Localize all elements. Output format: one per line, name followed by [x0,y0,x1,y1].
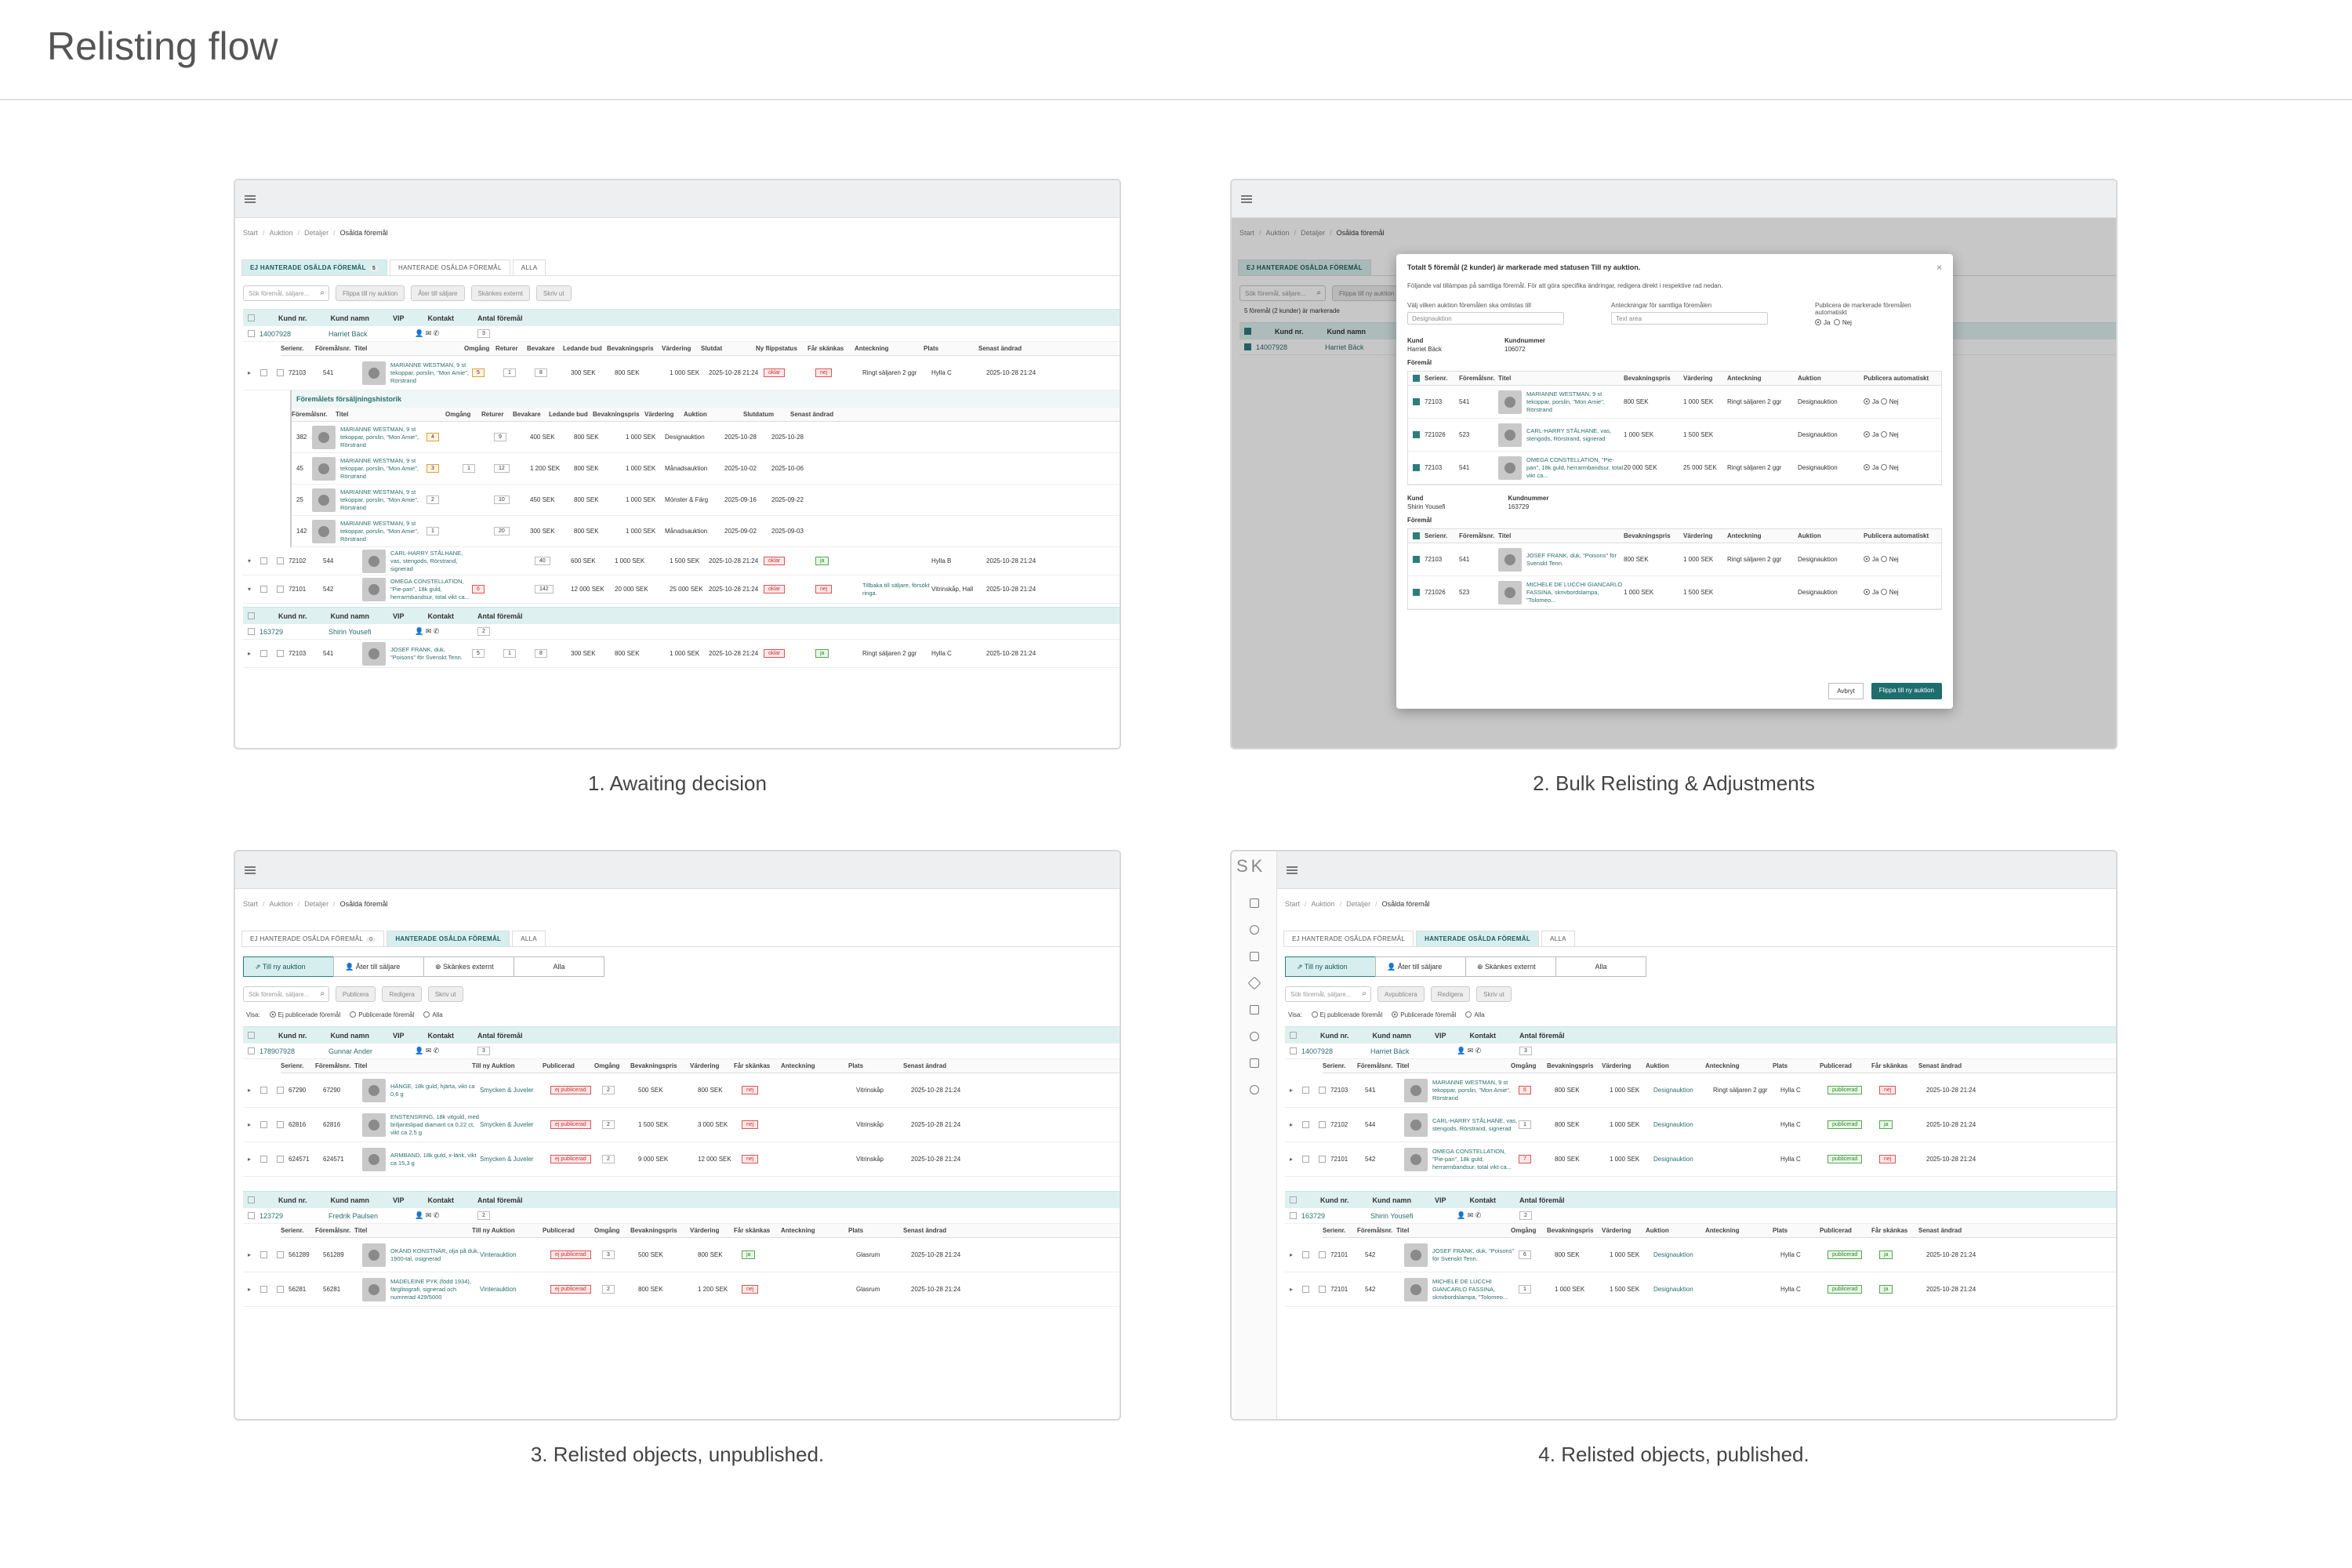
select-all-checkbox[interactable] [248,314,255,321]
print-button[interactable]: Skriv ut [1476,986,1512,1002]
history-row: 25 MARIANNE WESTMAN, 9 st tekoppar, porsl… [292,485,1120,516]
status-badge: oklar [764,368,786,377]
expand-icon[interactable]: ▸ [243,369,256,376]
tab-unhandled[interactable]: EJ HANTERADE OSÅLDA FÖREMÅL 0 [241,931,385,946]
item-row[interactable]: ▸ 561289 561289 OKÄND KONSTNÄR, olja på duk… [243,1238,1120,1272]
screen-bulk-relisting: Start / Auktion / Detaljer / Osålda föremål EJ… [1230,179,2118,750]
menu-icon[interactable] [245,194,256,203]
history-row: 382 MARIANNE WESTMAN, 9 st tekoppar, pors… [292,422,1120,453]
menu-icon[interactable] [1287,866,1298,874]
search-input[interactable]: Sök föremål, säljare... [243,986,329,1002]
menu-icon[interactable] [245,866,256,874]
top-bar [235,180,1120,218]
tab-unhandled[interactable]: EJ HANTERADE OSÅLDA FÖREMÅL 5 [241,260,388,275]
auction-select[interactable]: Designauktion [1407,312,1564,325]
sidebar: SK [1232,851,1277,1419]
item-row[interactable]: ▸ 624571 624571 ARMBAND, 18k guld, x-länk, … [243,1142,1120,1177]
bank-icon[interactable] [1249,1005,1259,1014]
bulk-relist-modal: × Totalt 5 föremål (2 kunder) är markera… [1396,254,1953,709]
item-row[interactable]: ▸ 72103 541 JOSEF FRANK, duk, "Poisons" fö… [243,640,1120,668]
search-input[interactable]: Sök föremål, säljare... [243,285,329,301]
screen-awaiting-decision: Start / Auktion / Detaljer / Osålda föremål… [234,179,1121,750]
user-icon[interactable] [1249,925,1259,935]
edit-button[interactable]: Redigera [382,986,422,1002]
toolbar: Sök föremål, säljare... Flippa till ny a… [243,285,1120,301]
tab-bar: EJ HANTERADE OSÅLDA FÖREMÅL 5 HANTERADE O… [241,259,1120,276]
status-segmented-control: ⇗ Till ny auktion 👤 Åter till säljare ⊕ … [243,956,1120,977]
caption-3: 3. Relisted objects, unpublished. [530,1443,825,1466]
customer-row[interactable]: 178907928 Gunnar Ander 👤 ✉ ✆ 3 [243,1044,1120,1059]
modal-title: Totalt 5 föremål (2 kunder) är markerade… [1407,263,1641,271]
menu-icon[interactable] [1241,194,1252,203]
breadcrumb-detaljer[interactable]: Detaljer [304,229,328,249]
star-icon[interactable] [1247,976,1261,990]
customer-header: Kund nr. Kund namn VIP Kontakt Antal föremål [243,607,1120,624]
visibility-filter: Visa: Ej publicerade föremål Publicerade f… [246,1011,443,1018]
confirm-relist-button[interactable]: Flippa till ny auktion [1871,683,1942,699]
tab-handled[interactable]: HANTERADE OSÅLDA FÖREMÅL [387,931,510,946]
breadcrumb: Start / Auktion / Detaljer / Osålda föremål [235,218,1120,249]
breadcrumb: Start / Auktion / Detaljer / Osålda föremål [243,900,388,908]
publish-yes-radio[interactable] [1815,319,1821,325]
print-button[interactable]: Skriv ut [535,285,572,301]
breadcrumb-start[interactable]: Start [243,229,258,249]
tab-all[interactable]: ALLA [512,931,546,946]
flip-new-auction-button[interactable]: Flippa till ny auktion [336,285,405,301]
edit-button[interactable]: Redigera [1430,986,1471,1002]
add-icon[interactable] [1249,898,1259,908]
logo: SK [1236,856,1266,876]
gavel-icon[interactable] [1249,1032,1259,1041]
caption-4: 4. Relisted objects, published. [1538,1443,1809,1466]
cancel-button[interactable]: Avbryt [1828,683,1864,699]
segment-all[interactable]: Alla [514,956,604,977]
page-header: Relisting flow [0,0,2352,100]
tab-handled[interactable]: HANTERADE OSÅLDA FÖREMÅL [390,260,510,275]
return-seller-button[interactable]: Åter till säljare [411,285,465,301]
item-row[interactable]: ▾ 72101 542 OMEGA CONSTELLATION, "Pie-pan"… [243,575,1120,604]
customer-group: Kund nr. Kund namn VIP Kontakt Antal föremål… [243,309,1120,668]
breadcrumb-current: Osålda föremål [339,229,388,237]
items-header: Serienr. Föremålsnr. Titel Omgång Returer Bev… [281,342,1120,356]
breadcrumb-auktion[interactable]: Auktion [270,229,293,249]
item-row[interactable]: ▸ 67290 67290 HÄNGE, 18k guld, hjärta, vikt… [243,1073,1120,1108]
page-title: Relisting flow [47,24,278,68]
modal-items-table-1: Serienr. Föremålsnr. Titel Bevakningspris Vä… [1407,371,1942,485]
close-icon[interactable]: × [1936,262,1942,273]
screen-relisted-published: SK Start / Auktion / Detaljer / Osålda föremål… [1230,850,2118,1421]
tab-all[interactable]: ALLA [512,260,546,275]
segment-return[interactable]: 👤 Åter till säljare [333,956,424,977]
caption-1: 1. Awaiting decision [588,771,767,795]
item-row[interactable]: ▾ 72102 544 CARL-HARRY STÅLHANE, vas, sten… [243,547,1120,575]
history-row: 142 MARIANNE WESTMAN, 9 st tekoppar, pors… [292,516,1120,547]
item-row[interactable]: ▸ 62816 62816 ENSTENSRING, 18k vitguld, med… [243,1108,1120,1142]
customer-row[interactable]: 14007928 Harriet Bäck 👤 ✉ ✆ 3 [243,326,1120,342]
modal-items-table-2: Serienr. Föremålsnr. Titel Bevakningspris Vä… [1407,528,1942,610]
unpublish-button[interactable]: Avpublicera [1377,986,1425,1002]
history-row: 45 MARIANNE WESTMAN, 9 st tekoppar, porsl… [292,453,1120,485]
publish-button[interactable]: Publicera [336,986,376,1002]
customer-header: Kund nr. Kund namn VIP Kontakt Antal föremål [243,309,1120,326]
donate-external-button[interactable]: Skänkes externt [470,285,530,301]
notes-textarea[interactable]: Text area [1611,312,1768,325]
print-button[interactable]: Skriv ut [427,986,463,1002]
sales-history: Föremålets försäljningshistorik Föremåls… [290,390,1120,547]
document-icon[interactable] [1249,1058,1259,1068]
segment-donate[interactable]: ⊕ Skänkes externt [423,956,514,977]
screen-relisted-unpublished: Start / Auktion / Detaljer / Osålda föremål EJ… [234,850,1121,1421]
customer-row[interactable]: 123729 Fredrik Paulsen 👤 ✉ ✆ 2 [243,1208,1120,1224]
gear-icon[interactable] [1249,1085,1259,1094]
item-row[interactable]: ▸ 56281 56281 MADELEINE PYK (född 1934), fä… [243,1272,1120,1307]
item-row[interactable]: ▸ 72103 541 MARIANNE WESTMAN, 9 st tekopp… [243,356,1120,390]
segment-new-auction[interactable]: ⇗ Till ny auktion [243,956,334,977]
publish-no-radio[interactable] [1833,319,1840,325]
item-thumbnail [362,361,386,385]
customer-row[interactable]: 163729 Shirin Yousefi 👤 ✉ ✆ 2 [243,624,1120,640]
grid-icon[interactable] [1249,952,1259,961]
caption-2: 2. Bulk Relisting & Adjustments [1533,771,1815,795]
